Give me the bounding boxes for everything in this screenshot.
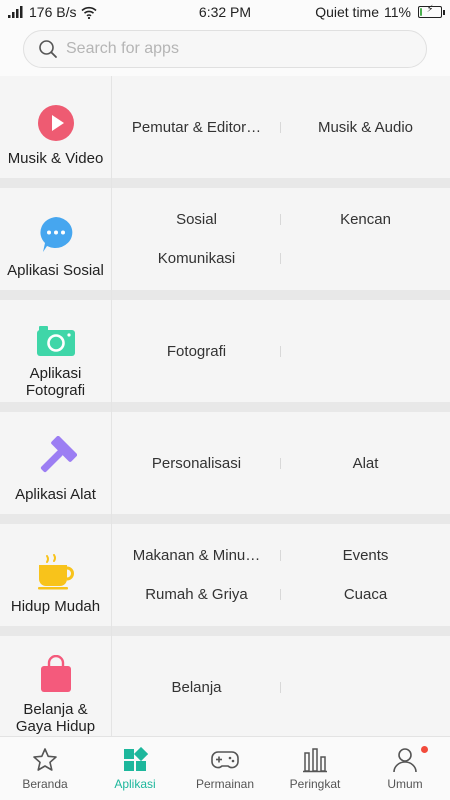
category-header[interactable]: Aplikasi Sosial [0, 188, 112, 300]
status-right: Quiet time 11% ⚡ [315, 4, 445, 20]
subcategory-item[interactable]: Belanja [112, 668, 281, 707]
subcategory-item[interactable]: Personalisasi [112, 444, 281, 483]
battery-percent: 11% [384, 4, 411, 20]
network-speed: 176 B/s [29, 4, 77, 20]
category-name: Aplikasi Sosial [7, 261, 104, 279]
category-musik-video: Musik & Video Pemutar & Editor… Musik & … [0, 76, 450, 188]
subcategory-item[interactable]: Cuaca [281, 575, 450, 614]
search-icon [39, 40, 57, 58]
category-name: Hidup Mudah [10, 597, 101, 615]
category-header[interactable]: Musik & Video [0, 76, 112, 188]
tab-label: Aplikasi [114, 777, 156, 791]
subcategory-item[interactable]: Rumah & Griya [112, 575, 281, 614]
subcategory-item[interactable]: Events [281, 536, 450, 575]
subcategory-item[interactable]: Kencan [281, 200, 450, 239]
play-icon [37, 104, 74, 141]
category-header[interactable]: Hidup Mudah [0, 524, 112, 636]
apps-grid-icon [124, 747, 148, 771]
subcategory-item [281, 332, 450, 371]
tab-label: Peringkat [289, 777, 341, 791]
category-hidup-mudah: Hidup Mudah Makanan & Minu… Events Rumah… [0, 524, 450, 636]
bottom-tab-bar: Beranda Aplikasi Permainan Peringkat Umu… [0, 736, 450, 800]
tab-label: Beranda [22, 777, 68, 791]
subcategory-grid: Fotografi [112, 300, 450, 402]
category-header[interactable]: Aplikasi Fotografi [0, 300, 112, 412]
shopping-bag-icon [40, 655, 71, 692]
tab-permainan[interactable]: Permainan [180, 737, 270, 800]
subcategory-item[interactable]: Makanan & Minu… [112, 536, 281, 575]
search-area [0, 24, 450, 76]
status-bar: 176 B/s 6:32 PM Quiet time 11% ⚡ [0, 0, 450, 24]
notification-dot [421, 746, 428, 753]
status-left: 176 B/s [8, 4, 98, 20]
category-list: Musik & Video Pemutar & Editor… Musik & … [0, 76, 450, 736]
category-name: Musik & Video [7, 149, 104, 167]
charging-bolt-icon: ⚡ [426, 4, 434, 15]
subcategory-grid: Belanja [112, 636, 450, 736]
subcategory-item[interactable]: Komunikasi [112, 239, 281, 278]
battery-icon: ⚡ [418, 4, 445, 18]
subcategory-grid: Personalisasi Alat [112, 412, 450, 514]
subcategory-item[interactable]: Fotografi [112, 332, 281, 371]
category-name: Aplikasi Alat [15, 485, 96, 503]
category-name: Aplikasi Fotografi [25, 365, 86, 399]
hammer-icon [40, 435, 77, 472]
subcategory-grid: Pemutar & Editor… Musik & Audio [112, 76, 450, 178]
tab-beranda[interactable]: Beranda [0, 737, 90, 800]
subcategory-item[interactable]: Sosial [112, 200, 281, 239]
subcategory-item[interactable]: Alat [281, 444, 450, 483]
subcategory-item [281, 668, 450, 707]
category-aplikasi-alat: Aplikasi Alat Personalisasi Alat [0, 412, 450, 524]
subcategory-item[interactable]: Musik & Audio [281, 108, 450, 147]
subcategory-grid: Sosial Kencan Komunikasi [112, 188, 450, 290]
category-header[interactable]: Aplikasi Alat [0, 412, 112, 524]
subcategory-grid: Makanan & Minu… Events Rumah & Griya Cua… [112, 524, 450, 626]
chat-bubble-icon [39, 216, 72, 252]
search-input[interactable] [66, 40, 386, 58]
tab-umum[interactable]: Umum [360, 737, 450, 800]
ranking-bars-icon [303, 748, 327, 773]
tab-label: Permainan [195, 777, 255, 791]
category-aplikasi-fotografi: Aplikasi Fotografi Fotografi [0, 300, 450, 412]
camera-icon [36, 326, 75, 356]
search-box[interactable] [23, 30, 427, 68]
tab-peringkat[interactable]: Peringkat [270, 737, 360, 800]
category-header[interactable]: Belanja & Gaya Hidup [0, 636, 112, 736]
coffee-cup-icon [37, 553, 74, 589]
category-name: Belanja & Gaya Hidup [15, 701, 96, 735]
profile-icon [393, 748, 417, 773]
tab-label: Umum [387, 777, 423, 791]
subcategory-item [281, 239, 450, 278]
star-icon [33, 748, 57, 771]
category-aplikasi-sosial: Aplikasi Sosial Sosial Kencan Komunikasi [0, 188, 450, 300]
gamepad-icon [211, 751, 239, 769]
tab-aplikasi[interactable]: Aplikasi [90, 737, 180, 800]
category-belanja: Belanja & Gaya Hidup Belanja [0, 636, 450, 736]
wifi-icon [81, 6, 98, 19]
quiet-time-label: Quiet time [315, 4, 380, 20]
signal-icon [8, 6, 23, 18]
subcategory-item[interactable]: Pemutar & Editor… [112, 108, 281, 147]
